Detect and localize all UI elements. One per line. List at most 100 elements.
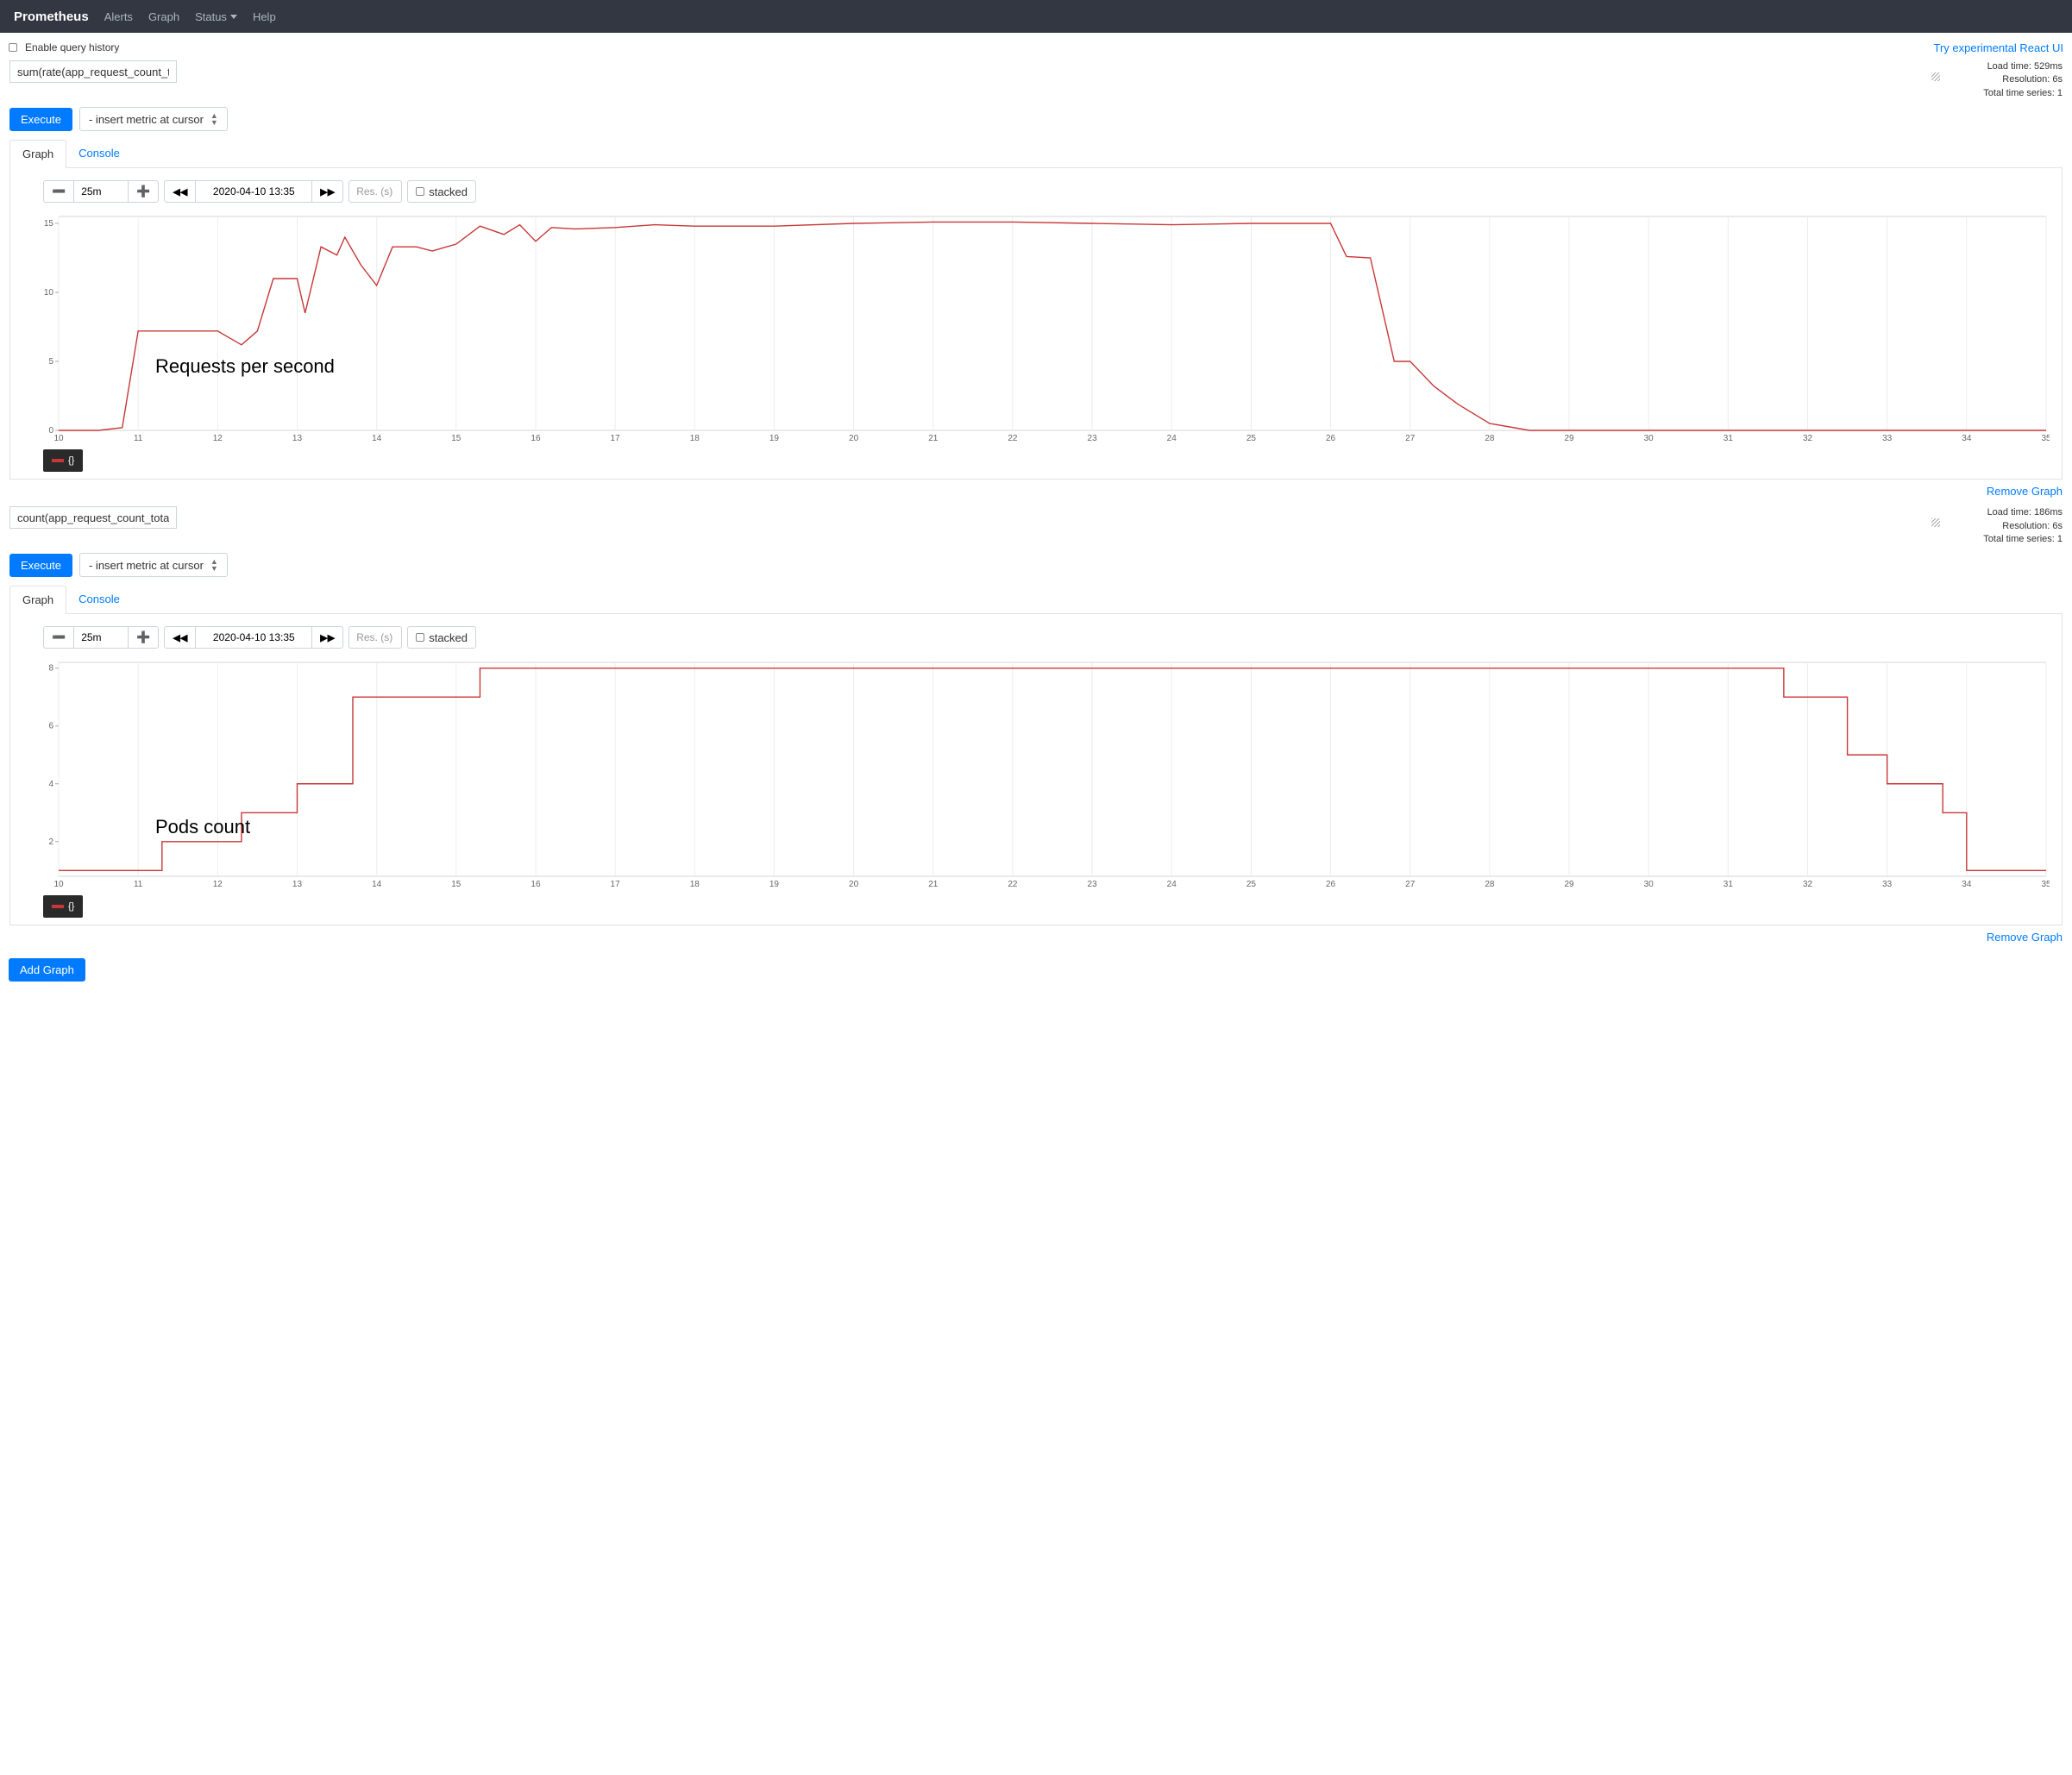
chart-annotation: Pods count — [155, 816, 250, 838]
svg-text:10: 10 — [53, 880, 64, 889]
nav-help[interactable]: Help — [253, 10, 276, 23]
range-plus-button[interactable]: ➕ — [128, 180, 159, 203]
stacked-label: stacked — [429, 185, 468, 198]
svg-text:11: 11 — [134, 434, 143, 443]
tab-console[interactable]: Console — [66, 140, 132, 167]
svg-text:16: 16 — [531, 434, 541, 443]
svg-text:32: 32 — [1803, 434, 1813, 443]
execute-button[interactable]: Execute — [9, 108, 72, 131]
chart-annotation: Requests per second — [155, 355, 335, 378]
stat-resolution: Resolution: 6s — [1950, 73, 2063, 86]
svg-text:13: 13 — [292, 880, 303, 889]
chart[interactable]: 1011121314151617181920212223242526272829… — [43, 213, 2050, 446]
svg-text:23: 23 — [1088, 434, 1098, 443]
svg-text:20: 20 — [849, 880, 859, 889]
time-input[interactable] — [196, 180, 311, 203]
chart[interactable]: 1011121314151617181920212223242526272829… — [43, 659, 2050, 892]
svg-text:14: 14 — [372, 880, 382, 889]
svg-text:26: 26 — [1326, 434, 1336, 443]
svg-text:35: 35 — [2041, 880, 2050, 889]
svg-text:34: 34 — [1962, 434, 1972, 443]
range-minus-button[interactable]: ➖ — [43, 626, 74, 649]
svg-text:17: 17 — [611, 880, 621, 889]
svg-text:32: 32 — [1803, 880, 1813, 889]
expression-input[interactable] — [9, 60, 177, 83]
chart-area: 1011121314151617181920212223242526272829… — [43, 213, 2050, 446]
svg-text:22: 22 — [1008, 434, 1018, 443]
svg-text:23: 23 — [1088, 880, 1098, 889]
range-plus-button[interactable]: ➕ — [128, 626, 159, 649]
svg-text:15: 15 — [451, 880, 461, 889]
svg-text:33: 33 — [1882, 434, 1893, 443]
resolution-input[interactable] — [348, 626, 402, 649]
navbar: Prometheus Alerts Graph Status Help — [0, 0, 2072, 33]
legend-entry[interactable]: {} — [43, 895, 83, 918]
metric-select[interactable]: - insert metric at cursor ▲▼ — [79, 107, 228, 131]
svg-text:16: 16 — [531, 880, 541, 889]
add-graph-button[interactable]: Add Graph — [9, 958, 85, 982]
stacked-toggle[interactable]: stacked — [407, 626, 476, 649]
graph-panel: Load time: 186ms Resolution: 6s Total ti… — [9, 505, 2063, 951]
tab-graph[interactable]: Graph — [9, 140, 66, 168]
svg-text:34: 34 — [1962, 880, 1972, 889]
execute-button[interactable]: Execute — [9, 554, 72, 577]
tab-graph[interactable]: Graph — [9, 586, 66, 614]
legend-entry[interactable]: {} — [43, 449, 83, 472]
svg-text:31: 31 — [1724, 434, 1734, 443]
time-input[interactable] — [196, 626, 311, 649]
range-input[interactable] — [74, 180, 128, 203]
legend-swatch — [52, 905, 64, 908]
svg-text:24: 24 — [1167, 880, 1177, 889]
range-input[interactable] — [74, 626, 128, 649]
svg-text:20: 20 — [849, 434, 859, 443]
svg-text:21: 21 — [928, 434, 939, 443]
svg-text:18: 18 — [690, 434, 700, 443]
stacked-toggle[interactable]: stacked — [407, 180, 476, 203]
time-back-button[interactable]: ◀◀ — [164, 180, 196, 203]
time-forward-button[interactable]: ▶▶ — [311, 626, 343, 649]
resolution-input[interactable] — [348, 180, 402, 203]
expression-input-wrap — [9, 60, 1942, 83]
svg-text:15: 15 — [451, 434, 461, 443]
legend-label: {} — [68, 455, 74, 466]
svg-text:24: 24 — [1167, 434, 1177, 443]
legend-label: {} — [68, 901, 74, 912]
stat-loadtime: Load time: 186ms — [1950, 506, 2063, 519]
nav-graph[interactable]: Graph — [148, 10, 179, 23]
svg-text:27: 27 — [1405, 880, 1416, 889]
svg-text:33: 33 — [1882, 880, 1893, 889]
svg-text:31: 31 — [1724, 880, 1734, 889]
legend-swatch — [52, 459, 64, 462]
svg-text:12: 12 — [213, 434, 223, 443]
expression-input[interactable] — [9, 506, 177, 529]
tab-console[interactable]: Console — [66, 586, 132, 613]
svg-text:30: 30 — [1644, 880, 1654, 889]
svg-text:18: 18 — [690, 880, 700, 889]
query-stats: Load time: 529ms Resolution: 6s Total ti… — [1950, 60, 2063, 100]
svg-text:0: 0 — [48, 426, 53, 436]
metric-select[interactable]: - insert metric at cursor ▲▼ — [79, 553, 228, 577]
metric-select-label: - insert metric at cursor — [89, 113, 204, 126]
svg-text:27: 27 — [1405, 434, 1416, 443]
svg-text:29: 29 — [1564, 880, 1574, 889]
nav-alerts[interactable]: Alerts — [104, 10, 133, 23]
brand[interactable]: Prometheus — [14, 9, 89, 24]
svg-text:22: 22 — [1008, 880, 1018, 889]
expression-input-wrap — [9, 506, 1942, 529]
remove-graph-link[interactable]: Remove Graph — [1987, 931, 2063, 944]
range-minus-button[interactable]: ➖ — [43, 180, 74, 203]
time-back-button[interactable]: ◀◀ — [164, 626, 196, 649]
checkbox-icon — [416, 187, 424, 196]
stat-resolution: Resolution: 6s — [1950, 520, 2063, 533]
enable-history-toggle[interactable]: Enable query history — [9, 41, 119, 53]
checkbox-icon — [9, 43, 17, 52]
svg-text:8: 8 — [48, 664, 53, 674]
time-forward-button[interactable]: ▶▶ — [311, 180, 343, 203]
svg-text:17: 17 — [611, 434, 621, 443]
nav-status[interactable]: Status — [195, 10, 237, 23]
react-ui-link[interactable]: Try experimental React UI — [1933, 41, 2063, 54]
svg-text:25: 25 — [1246, 434, 1257, 443]
svg-text:10: 10 — [53, 434, 64, 443]
remove-graph-link[interactable]: Remove Graph — [1987, 485, 2063, 498]
updown-icon: ▲▼ — [210, 112, 218, 126]
